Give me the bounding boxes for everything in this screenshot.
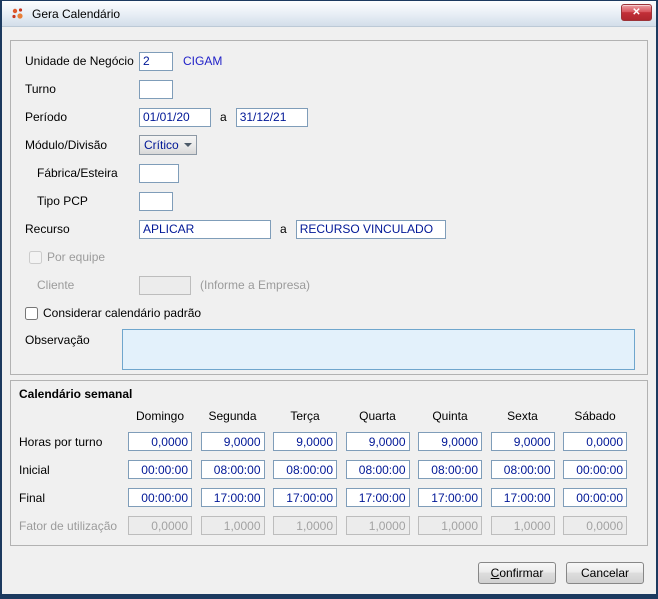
turno-label: Turno [25, 82, 56, 96]
fabrica-esteira-label: Fábrica/Esteira [37, 166, 118, 180]
weekly-row-label-final: Final [19, 490, 46, 505]
cliente-input [139, 275, 191, 295]
horas-terca-input[interactable] [273, 432, 337, 451]
row-observacao: Observação [25, 327, 639, 370]
inicial-quinta-input[interactable] [418, 460, 482, 479]
chevron-down-icon [184, 143, 192, 147]
inicial-sexta-input[interactable] [490, 460, 555, 479]
considerar-padrao-label: Considerar calendário padrão [43, 306, 202, 320]
close-button[interactable]: ✕ [621, 4, 652, 21]
final-sabado-input[interactable] [563, 488, 627, 507]
unidade-negocio-input[interactable] [139, 51, 173, 71]
horas-domingo-input[interactable] [128, 432, 192, 451]
row-modulo-divisao: Módulo/Divisão Crítico [25, 131, 639, 159]
fabrica-esteira-input[interactable] [139, 163, 179, 183]
inicial-quarta-input[interactable] [345, 460, 410, 479]
considerar-padrao-checkbox[interactable] [25, 306, 38, 320]
tipo-pcp-input[interactable] [139, 191, 173, 211]
final-quinta-input[interactable] [418, 488, 482, 507]
day-header-quarta: Quarta [359, 409, 396, 423]
recurso-separator: a [280, 222, 287, 236]
unidade-negocio-label: Unidade de Negócio [25, 54, 134, 68]
horas-segunda-input[interactable] [200, 432, 265, 451]
cliente-label: Cliente [37, 278, 75, 292]
form-panel: Unidade de Negócio CIGAM Turno Período a… [10, 40, 648, 375]
weekly-row-label-inicial: Inicial [19, 462, 50, 477]
row-fabrica-esteira: Fábrica/Esteira [25, 159, 639, 187]
confirmar-button-label: Confirmar [490, 566, 544, 580]
app-icon [10, 6, 26, 22]
day-header-quinta: Quinta [432, 409, 468, 423]
window-title: Gera Calendário [32, 6, 121, 21]
weekly-calendar-title: Calendário semanal [19, 387, 133, 401]
day-header-segunda: Segunda [208, 409, 257, 423]
weekly-calendar-grid: Domingo Segunda Terça Quarta Quinta Sext… [19, 409, 639, 535]
periodo-label: Período [25, 110, 68, 124]
gera-calendario-window: Gera Calendário ✕ Unidade de Negócio CIG… [0, 0, 658, 599]
final-terca-input[interactable] [273, 488, 337, 507]
inicial-segunda-input[interactable] [200, 460, 265, 479]
modulo-divisao-value: Crítico [144, 138, 179, 152]
row-unidade-negocio: Unidade de Negócio CIGAM [25, 47, 639, 75]
horas-sexta-input[interactable] [490, 432, 555, 451]
fator-sabado-input [563, 516, 627, 535]
fator-terca-input [273, 516, 337, 535]
observacao-label: Observação [25, 333, 90, 347]
row-periodo: Período a [25, 103, 639, 131]
weekly-row-label-horas: Horas por turno [19, 434, 103, 449]
final-domingo-input[interactable] [128, 488, 192, 507]
row-considerar-padrao: Considerar calendário padrão [25, 299, 639, 327]
cancelar-button-label: Cancelar [580, 566, 630, 580]
inicial-terca-input[interactable] [273, 460, 337, 479]
recurso-label: Recurso [25, 222, 70, 236]
inicial-sabado-input[interactable] [563, 460, 627, 479]
weekly-calendar-section: Calendário semanal Domingo Segunda Terça… [10, 380, 648, 546]
inicial-domingo-input[interactable] [128, 460, 192, 479]
recurso-to-input[interactable] [295, 219, 446, 239]
titlebar[interactable]: Gera Calendário ✕ [2, 1, 656, 27]
close-icon: ✕ [632, 7, 641, 18]
horas-quarta-input[interactable] [345, 432, 410, 451]
fator-segunda-input [200, 516, 265, 535]
periodo-from-input[interactable] [139, 107, 211, 127]
weekly-row-label-fator: Fator de utilização [19, 518, 118, 533]
fator-quarta-input [345, 516, 410, 535]
day-header-sexta: Sexta [507, 409, 538, 423]
modulo-divisao-select[interactable]: Crítico [139, 135, 197, 155]
row-recurso: Recurso a [25, 215, 639, 243]
final-segunda-input[interactable] [200, 488, 265, 507]
cancelar-button[interactable]: Cancelar [566, 562, 644, 584]
day-header-sabado: Sábado [574, 409, 616, 423]
observacao-textarea[interactable] [122, 329, 635, 370]
fator-domingo-input [128, 516, 192, 535]
turno-input[interactable] [139, 79, 173, 99]
day-header-terca: Terça [290, 409, 320, 423]
unidade-negocio-desc: CIGAM [183, 54, 223, 68]
final-quarta-input[interactable] [345, 488, 410, 507]
fator-quinta-input [418, 516, 482, 535]
row-turno: Turno [25, 75, 639, 103]
tipo-pcp-label: Tipo PCP [37, 194, 88, 208]
cliente-hint: (Informe a Empresa) [200, 278, 311, 292]
day-header-domingo: Domingo [135, 409, 185, 423]
row-por-equipe: Por equipe [25, 243, 639, 271]
row-tipo-pcp: Tipo PCP [25, 187, 639, 215]
horas-quinta-input[interactable] [418, 432, 482, 451]
confirmar-button[interactable]: Confirmar [478, 562, 556, 584]
periodo-to-input[interactable] [235, 107, 308, 127]
row-cliente: Cliente (Informe a Empresa) [25, 271, 639, 299]
dialog-footer: Confirmar Cancelar [478, 562, 644, 584]
recurso-from-input[interactable] [139, 219, 271, 239]
modulo-divisao-label: Módulo/Divisão [25, 138, 108, 152]
horas-sabado-input[interactable] [563, 432, 627, 451]
periodo-separator: a [220, 110, 227, 124]
por-equipe-label: Por equipe [47, 250, 106, 264]
por-equipe-checkbox [29, 250, 42, 264]
fator-sexta-input [490, 516, 555, 535]
final-sexta-input[interactable] [490, 488, 555, 507]
